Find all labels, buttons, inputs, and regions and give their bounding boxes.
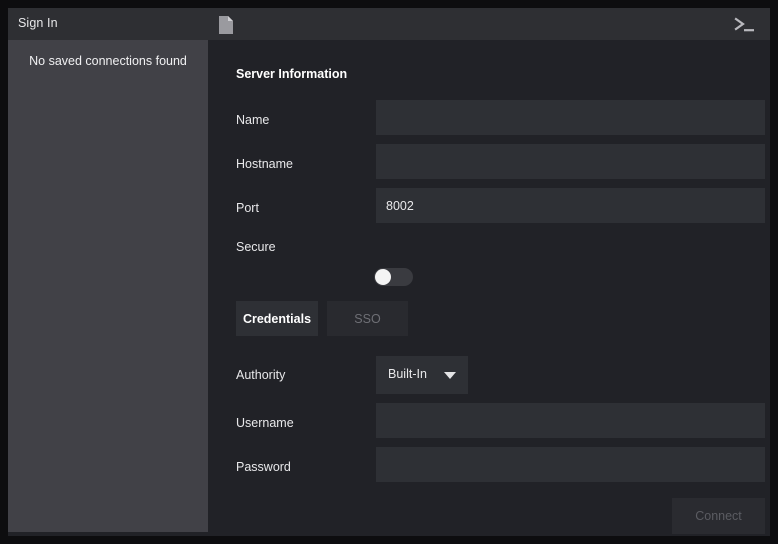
authority-selected-value: Built-In (388, 367, 427, 381)
page-title: Sign In (18, 16, 58, 30)
connect-button[interactable]: Connect (672, 498, 765, 534)
chevron-down-icon (444, 372, 456, 379)
title-bar: Sign In (8, 8, 770, 40)
port-label: Port (236, 201, 259, 215)
server-information-panel: Server Information Name Hostname Port Se… (208, 40, 770, 534)
authority-label: Authority (236, 368, 286, 382)
secure-toggle[interactable] (374, 268, 413, 286)
terminal-icon[interactable] (734, 16, 756, 34)
secure-toggle-knob (375, 269, 391, 285)
connections-sidebar: No saved connections found (8, 40, 208, 532)
password-label: Password (236, 460, 291, 474)
authority-select[interactable]: Built-In (376, 356, 468, 394)
port-input[interactable] (376, 188, 765, 223)
hostname-input[interactable] (376, 144, 765, 179)
name-label: Name (236, 113, 270, 127)
password-input[interactable] (376, 447, 765, 482)
tab-sso[interactable]: SSO (327, 301, 408, 336)
secure-label: Secure (236, 240, 276, 254)
username-label: Username (236, 416, 294, 430)
hostname-label: Hostname (236, 157, 293, 171)
document-icon[interactable] (218, 16, 234, 34)
tab-credentials[interactable]: Credentials (236, 301, 318, 336)
name-input[interactable] (376, 100, 765, 135)
section-title: Server Information (236, 67, 348, 81)
sign-in-window: Sign In No saved connections found Serve… (8, 8, 770, 536)
sidebar-empty-message: No saved connections found (29, 54, 187, 68)
username-input[interactable] (376, 403, 765, 438)
